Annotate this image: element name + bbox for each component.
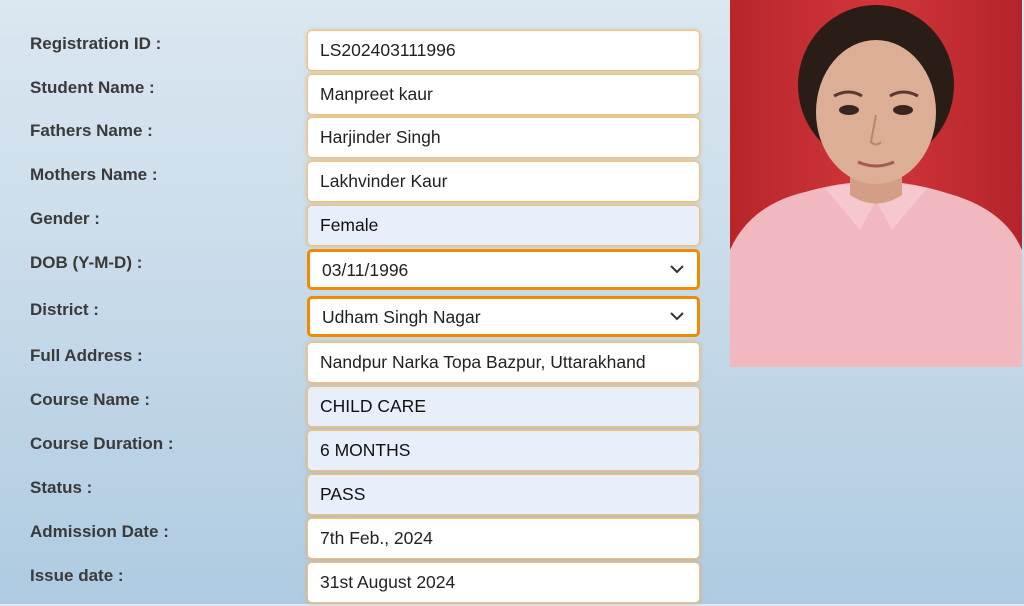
chevron-down-icon <box>670 265 684 274</box>
issue-date-label: Issue date : <box>30 566 124 585</box>
field-row-course-duration: Course Duration : <box>0 430 720 474</box>
fathers-name-label: Fathers Name : <box>30 121 153 140</box>
dob-selected-value: 03/11/1996 <box>322 260 409 280</box>
status-input[interactable] <box>307 474 700 515</box>
student-photo-icon <box>730 0 1022 367</box>
field-row-fathers-name: Fathers Name : <box>0 117 720 161</box>
student-photo <box>730 0 1022 367</box>
field-row-gender: Gender : <box>0 205 720 249</box>
field-row-issue-date: Issue date : <box>0 562 720 606</box>
dob-label: DOB (Y-M-D) : <box>30 253 143 272</box>
fathers-name-input[interactable] <box>307 117 700 158</box>
course-duration-label: Course Duration : <box>30 434 174 453</box>
dob-select[interactable]: 03/11/1996 <box>307 249 700 290</box>
mothers-name-input[interactable] <box>307 161 700 202</box>
field-row-district: District : Udham Singh Nagar <box>0 296 720 340</box>
district-selected-value: Udham Singh Nagar <box>322 307 481 327</box>
district-label: District : <box>30 300 99 319</box>
field-row-mothers-name: Mothers Name : <box>0 161 720 205</box>
field-row-dob: DOB (Y-M-D) : 03/11/1996 <box>0 249 720 293</box>
gender-label: Gender : <box>30 209 100 228</box>
registration-id-input[interactable] <box>307 30 700 71</box>
district-select[interactable]: Udham Singh Nagar <box>307 296 700 337</box>
admission-date-input[interactable] <box>307 518 700 559</box>
full-address-input[interactable] <box>307 342 700 383</box>
student-name-label: Student Name : <box>30 78 155 97</box>
course-name-label: Course Name : <box>30 390 150 409</box>
field-row-status: Status : <box>0 474 720 518</box>
issue-date-input[interactable] <box>307 562 700 603</box>
field-row-course-name: Course Name : <box>0 386 720 430</box>
status-label: Status : <box>30 478 93 497</box>
full-address-label: Full Address : <box>30 346 143 365</box>
field-row-registration-id: Registration ID : <box>0 30 720 74</box>
admission-date-label: Admission Date : <box>30 522 169 541</box>
mothers-name-label: Mothers Name : <box>30 165 158 184</box>
student-name-input[interactable] <box>307 74 700 115</box>
field-row-admission-date: Admission Date : <box>0 518 720 562</box>
chevron-down-icon <box>670 312 684 321</box>
course-name-input[interactable] <box>307 386 700 427</box>
field-row-full-address: Full Address : <box>0 342 720 386</box>
registration-id-label: Registration ID : <box>30 34 162 53</box>
course-duration-input[interactable] <box>307 430 700 471</box>
gender-input[interactable] <box>307 205 700 246</box>
field-row-student-name: Student Name : <box>0 74 720 118</box>
